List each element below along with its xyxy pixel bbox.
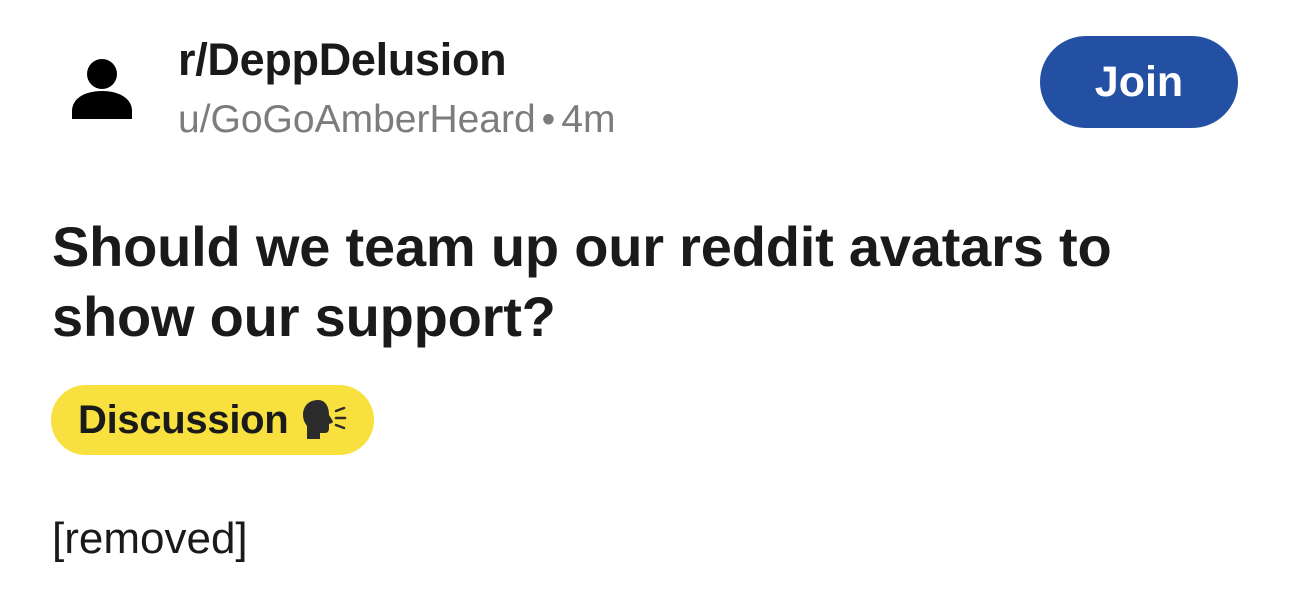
user-avatar-icon[interactable] bbox=[70, 55, 134, 121]
speaking-head-icon bbox=[300, 398, 348, 442]
subreddit-name[interactable]: r/DeppDelusion bbox=[178, 34, 507, 86]
meta-separator: • bbox=[541, 98, 556, 141]
post-meta: u/GoGoAmberHeard • 4m bbox=[178, 98, 616, 142]
author-username[interactable]: u/GoGoAmberHeard bbox=[178, 98, 536, 141]
post-title[interactable]: Should we team up our reddit avatars to … bbox=[52, 212, 1262, 352]
post-flair[interactable]: Discussion bbox=[51, 385, 375, 455]
post-age: 4m bbox=[561, 98, 616, 141]
flair-label: Discussion bbox=[78, 397, 289, 442]
join-button[interactable]: Join bbox=[1040, 36, 1238, 128]
post-card: r/DeppDelusion u/GoGoAmberHeard • 4m Join … bbox=[0, 0, 1314, 600]
post-body: [removed] bbox=[52, 514, 248, 563]
